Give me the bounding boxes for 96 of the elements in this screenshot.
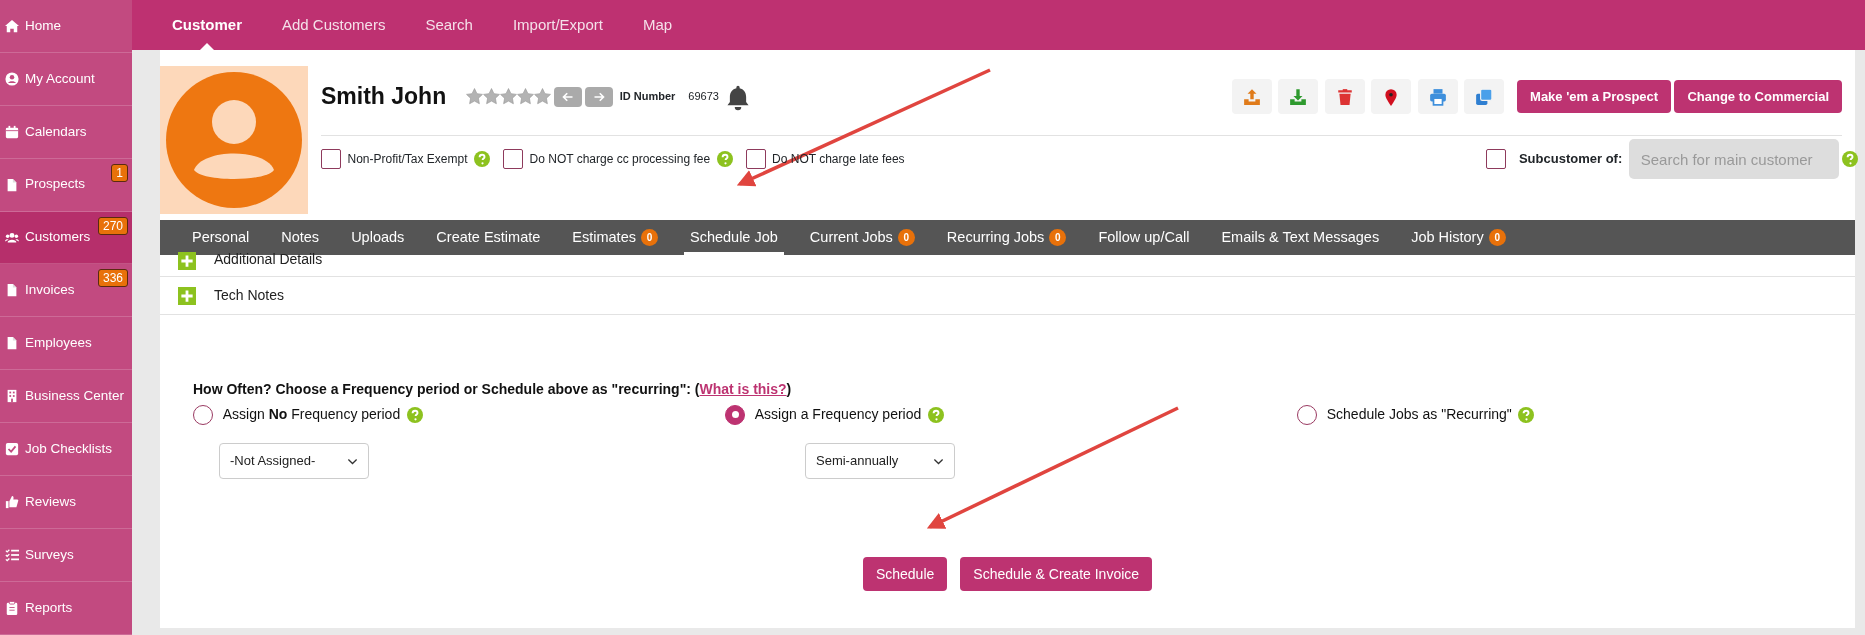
- count-badge: 270: [97, 216, 128, 235]
- search-field[interactable]: Search for main customer: [1628, 139, 1839, 179]
- help-icon: [927, 406, 944, 423]
- copy-icon: [1475, 87, 1494, 106]
- building-icon: [5, 389, 19, 404]
- radio-label: Assign No Frequency period: [222, 405, 401, 424]
- radio-button[interactable]: [725, 404, 745, 425]
- count-badge: 336: [97, 269, 128, 288]
- star-icon: [465, 88, 483, 105]
- clipboard-icon: [5, 600, 19, 615]
- customer-name: Smith John: [321, 82, 447, 112]
- location-button[interactable]: [1371, 79, 1412, 114]
- star-icon: [533, 88, 551, 105]
- sidebar-item[interactable]: Business Center: [0, 370, 132, 424]
- checkbox[interactable]: [745, 149, 766, 169]
- nav-tab[interactable]: Search: [405, 0, 493, 50]
- tab[interactable]: Job History 0: [1395, 220, 1522, 255]
- commercial-button[interactable]: Change to Commercial: [1674, 80, 1842, 113]
- nav-tab[interactable]: Add Customers: [262, 0, 406, 50]
- checkbox-label: Non-Profit/Tax Exempt: [347, 151, 468, 168]
- trash-icon: [1335, 87, 1354, 106]
- frequency-select[interactable]: Semi-annually: [805, 443, 955, 479]
- nav-tab[interactable]: Map: [622, 0, 693, 50]
- checkbox-label: Do NOT charge late fees: [772, 151, 905, 168]
- star-icon: [516, 88, 534, 105]
- id-label: ID Number: [619, 89, 676, 105]
- star-icon: [499, 88, 517, 105]
- tab[interactable]: Current Jobs 0: [793, 220, 931, 255]
- printer-icon: [1428, 87, 1447, 106]
- print-button[interactable]: [1417, 79, 1458, 114]
- tab[interactable]: Follow up/Call: [1082, 220, 1206, 255]
- nav-tab[interactable]: Customer: [152, 0, 262, 50]
- avatar-icon: [166, 72, 302, 208]
- count-badge: 0: [640, 229, 658, 246]
- file-icon: [5, 283, 19, 298]
- help-link[interactable]: What is this?: [699, 381, 787, 397]
- count-badge: 0: [897, 229, 915, 246]
- home-icon: [5, 18, 19, 33]
- count-badge: 1: [111, 163, 128, 182]
- checklist-icon: [5, 547, 19, 562]
- tab[interactable]: Uploads: [335, 220, 421, 255]
- checkbox-label: Do NOT charge cc processing fee: [529, 151, 711, 168]
- sidebar-item[interactable]: Surveys: [0, 528, 132, 582]
- expandable-section[interactable]: Additional Details: [160, 255, 1855, 277]
- frequency-select[interactable]: -Not Assigned-: [219, 443, 369, 479]
- file-icon: [5, 177, 19, 192]
- user-icon: [5, 71, 19, 86]
- frequency-prompt: How Often? Choose a Frequency period or Schedule above as "recurring": (What is this?): [193, 380, 793, 399]
- users-icon: [5, 230, 19, 245]
- help-icon: [406, 406, 423, 423]
- count-badge: 0: [1049, 229, 1067, 246]
- prospect-button[interactable]: Make 'em a Prospect: [1517, 80, 1672, 113]
- file-icon: [5, 336, 19, 351]
- sidebar-item[interactable]: Job Checklists: [0, 423, 132, 476]
- checkbox[interactable]: [321, 149, 341, 169]
- sidebar-item[interactable]: Prospects 1: [0, 158, 132, 212]
- tab[interactable]: Recurring Jobs 0: [930, 220, 1083, 255]
- upload-button[interactable]: [1231, 79, 1272, 114]
- radio-label: Schedule Jobs as "Recurring": [1326, 405, 1512, 424]
- sidebar-item[interactable]: Reports: [0, 581, 132, 635]
- expandable-section[interactable]: Tech Notes: [160, 277, 1855, 315]
- subcustomer-label: Subcustomer of:: [1518, 150, 1623, 169]
- sidebar-item[interactable]: Invoices 336: [0, 264, 132, 318]
- delete-button[interactable]: [1324, 79, 1365, 114]
- count-badge: 0: [1488, 229, 1506, 246]
- upload-icon: [1242, 87, 1261, 106]
- radio-button[interactable]: [193, 404, 213, 425]
- radio-label: Assign a Frequency period: [754, 405, 922, 424]
- help-icon: [1518, 406, 1535, 423]
- checkbox-icon: [5, 442, 19, 457]
- id-number: 69673: [688, 89, 719, 105]
- tab[interactable]: Emails & Text Messages: [1205, 220, 1396, 255]
- sidebar-item[interactable]: Customers 270: [0, 211, 132, 265]
- sidebar-item[interactable]: My Account: [0, 52, 132, 106]
- radio-button[interactable]: [1297, 404, 1317, 425]
- nav-tab[interactable]: Import/Export: [492, 0, 623, 50]
- left-arrow-icon: [562, 90, 574, 103]
- checkbox[interactable]: [1485, 149, 1506, 169]
- download-icon: [1289, 87, 1308, 106]
- plus-icon: [178, 252, 196, 270]
- sidebar-item[interactable]: Calendars: [0, 105, 132, 159]
- checkbox[interactable]: [503, 149, 524, 169]
- schedule-button[interactable]: Schedule: [862, 557, 948, 591]
- right-arrow-icon: [593, 90, 606, 103]
- tab[interactable]: Schedule Job: [673, 220, 794, 255]
- plus-icon: [178, 286, 196, 305]
- thumbs-up-icon: [5, 494, 19, 509]
- copy-button[interactable]: [1464, 79, 1505, 114]
- sidebar-item[interactable]: Employees: [0, 317, 132, 371]
- download-button[interactable]: [1278, 79, 1319, 114]
- star-icon: [482, 88, 500, 105]
- tab[interactable]: Estimates 0: [556, 220, 674, 255]
- calendar-icon: [5, 124, 19, 139]
- tab[interactable]: Create Estimate: [420, 220, 557, 255]
- sidebar-item[interactable]: Reviews: [0, 476, 132, 529]
- schedule-invoice-button[interactable]: Schedule & Create Invoice: [960, 557, 1153, 591]
